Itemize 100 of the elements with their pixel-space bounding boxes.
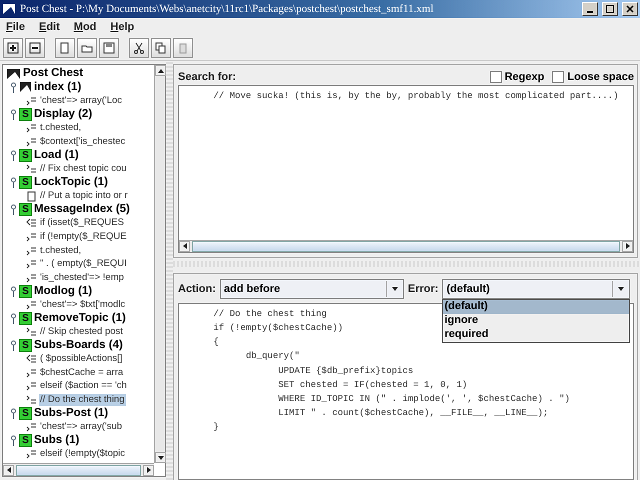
tree-node-label[interactable]: LockTopic (1) bbox=[34, 176, 108, 190]
minus-box-icon[interactable] bbox=[29, 42, 41, 54]
arrow-lines-icon bbox=[26, 272, 37, 283]
tree-leaf[interactable]: 'is_chested'=> !emp bbox=[39, 272, 125, 284]
tree-node-label[interactable]: Subs (1) bbox=[34, 434, 80, 448]
scroll-arrow-icon[interactable] bbox=[180, 242, 188, 250]
save-icon[interactable] bbox=[103, 42, 115, 54]
error-label: Error: bbox=[408, 282, 438, 295]
tree-node-label[interactable]: Display (2) bbox=[34, 108, 92, 122]
open-folder-button[interactable] bbox=[77, 38, 97, 58]
scroll-arrow-icon[interactable] bbox=[4, 466, 12, 474]
tree-leaf[interactable]: $chestCache = arra bbox=[39, 366, 124, 379]
tree-handle-icon[interactable] bbox=[10, 177, 17, 188]
plus-box-icon[interactable] bbox=[7, 42, 19, 54]
clipboard-icon[interactable] bbox=[177, 42, 189, 54]
action-label: Action: bbox=[178, 282, 216, 295]
tree-handle-icon[interactable] bbox=[10, 82, 17, 93]
minimize-button[interactable] bbox=[582, 2, 598, 16]
menu-item[interactable]: Help bbox=[110, 21, 134, 33]
tree-handle-icon[interactable] bbox=[10, 204, 17, 216]
dropdown-option[interactable]: ignore bbox=[443, 314, 630, 328]
tree-handle-icon[interactable] bbox=[10, 435, 17, 446]
action-dropdown[interactable]: add before bbox=[220, 278, 404, 299]
flag-icon bbox=[6, 68, 21, 80]
tree-leaf[interactable]: $context['is_chestec bbox=[39, 136, 126, 148]
copy-icon[interactable] bbox=[155, 42, 167, 54]
tree-handle-icon[interactable] bbox=[10, 312, 17, 324]
arrow-lines-icon bbox=[26, 96, 37, 106]
tree-node-badge: S bbox=[19, 434, 32, 448]
tree-leaf[interactable]: 'chest'=> array('sub bbox=[39, 421, 124, 434]
arrow-lines-icon bbox=[26, 123, 37, 134]
tree-node-label[interactable]: Load (1) bbox=[34, 148, 79, 162]
scissors-icon[interactable] bbox=[133, 42, 145, 54]
tree-node-label[interactable]: Subs-Boards (4) bbox=[34, 339, 123, 352]
tree-root-label[interactable]: Post Chest bbox=[23, 67, 84, 80]
expand-button[interactable] bbox=[3, 38, 23, 58]
tree-handle-icon[interactable] bbox=[10, 340, 17, 352]
tree-leaf[interactable]: // Skip chested post bbox=[39, 326, 124, 338]
tree-leaf[interactable]: // Do the chest thing bbox=[39, 394, 126, 406]
tree-leaf[interactable]: ( $possibleActions[] bbox=[39, 353, 124, 366]
scroll-arrow-icon[interactable] bbox=[156, 66, 164, 74]
save-button[interactable] bbox=[99, 38, 119, 58]
close-button[interactable] bbox=[622, 2, 638, 16]
new-file-button[interactable] bbox=[55, 38, 75, 58]
tree-leaf[interactable]: if (!empty($_REQUE bbox=[39, 230, 128, 243]
checkbox[interactable]: Loose space bbox=[552, 71, 634, 83]
horizontal-scrollbar[interactable] bbox=[179, 240, 633, 252]
tree-handle-icon[interactable] bbox=[10, 286, 17, 297]
tree-handle-icon[interactable] bbox=[10, 408, 17, 420]
arrow-lines-icon bbox=[26, 259, 37, 270]
search-label: Search for: bbox=[178, 71, 236, 83]
scroll-arrow-icon[interactable] bbox=[390, 284, 399, 293]
scroll-arrow-icon[interactable] bbox=[617, 284, 626, 293]
tree-node-badge: S bbox=[19, 312, 32, 325]
arrow-lines-icon bbox=[26, 395, 37, 406]
tree-leaf[interactable]: t.chested, bbox=[39, 244, 82, 257]
cut-button[interactable] bbox=[129, 38, 149, 58]
tree-node-label[interactable]: MessageIndex (5) bbox=[34, 203, 130, 216]
tree-node-badge: S bbox=[19, 339, 32, 352]
vertical-scrollbar[interactable] bbox=[154, 65, 165, 463]
maximize-button[interactable] bbox=[602, 2, 618, 16]
tree-leaf[interactable]: // Fix chest topic cou bbox=[39, 162, 128, 175]
app-icon bbox=[2, 3, 16, 15]
dropdown-option[interactable]: (default) bbox=[443, 300, 630, 314]
tree-handle-icon[interactable] bbox=[10, 150, 17, 161]
tree-leaf[interactable]: t.chested, bbox=[39, 122, 82, 134]
dropdown-option[interactable]: required bbox=[443, 328, 630, 342]
tree-node-badge: S bbox=[19, 407, 32, 420]
arrow-lines-icon bbox=[26, 368, 37, 378]
copy-button[interactable] bbox=[151, 38, 171, 58]
error-dropdown[interactable]: (default) bbox=[442, 278, 630, 299]
page-icon[interactable] bbox=[59, 42, 71, 54]
tree-node-badge: S bbox=[19, 203, 32, 216]
tree-leaf[interactable]: 'chest'=> array('Loc bbox=[39, 94, 124, 107]
collapse-button[interactable] bbox=[25, 38, 45, 58]
maximize-icon[interactable] bbox=[606, 5, 614, 13]
tree-leaf[interactable]: elseif (!empty($topic bbox=[39, 448, 126, 460]
tree-node-label[interactable]: RemoveTopic (1) bbox=[34, 312, 126, 325]
checkbox[interactable]: Regexp bbox=[490, 71, 544, 83]
menu-item[interactable]: Mod bbox=[74, 21, 96, 33]
menu-item[interactable]: Edit bbox=[38, 21, 60, 33]
arrow-lines-icon bbox=[26, 381, 37, 392]
tree-leaf[interactable]: // Put a topic into or r bbox=[39, 190, 129, 202]
tree-handle-icon[interactable] bbox=[10, 109, 17, 120]
arrow-lines-icon bbox=[26, 449, 37, 460]
tree-node-badge: S bbox=[19, 176, 32, 190]
scroll-arrow-icon[interactable] bbox=[624, 242, 632, 250]
tree-node-label[interactable]: index (1) bbox=[34, 80, 82, 94]
tree-leaf[interactable]: if (isset($_REQUES bbox=[39, 217, 125, 230]
menu-item[interactable]: File bbox=[6, 21, 25, 33]
close-icon[interactable] bbox=[626, 5, 634, 13]
tree-leaf[interactable]: " . ( empty($_REQUI bbox=[39, 258, 128, 270]
search-text-area[interactable]: // Move sucka! (this is, by the by, probably the most complicated part....) bbox=[178, 85, 634, 253]
horizontal-scrollbar[interactable] bbox=[3, 463, 154, 476]
tree-node-badge: S bbox=[19, 284, 32, 298]
left-arrow-lines-icon bbox=[26, 218, 37, 228]
tree-node-label[interactable]: Subs-Post (1) bbox=[34, 407, 108, 420]
tree-node-label[interactable]: Modlog (1) bbox=[34, 284, 92, 298]
tree-leaf[interactable]: elseif ($action == 'ch bbox=[39, 380, 128, 392]
tree-leaf[interactable]: 'chest'=> $txt['modlc bbox=[39, 298, 126, 311]
